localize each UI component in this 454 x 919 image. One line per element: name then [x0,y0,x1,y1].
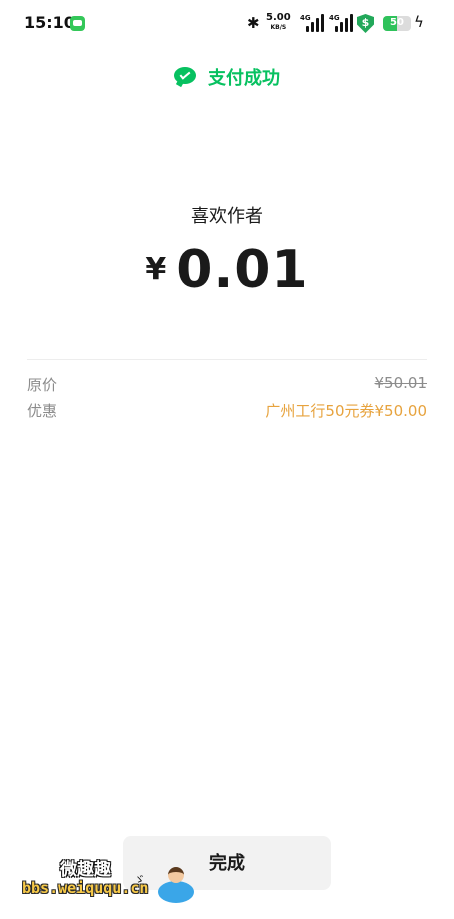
detail-row-original-price: 原价 ¥50.01 [27,374,427,396]
mascot-icon: ゞ [134,867,194,903]
done-button-label: 完成 [209,853,245,873]
network-speed-unit: KB/S [270,24,287,31]
payment-result-screen: 15:10 ✱ 5.00 KB/S 4G 4G $ 50 ϟ 支付成功 喜欢作者… [0,0,454,919]
detail-row-discount: 优惠 广州工行50元券¥50.00 [27,400,427,422]
status-bar: 15:10 ✱ 5.00 KB/S 4G 4G $ 50 ϟ [0,0,454,48]
amount-value: 0.01 [176,240,309,300]
watermark-url: bbs.weiququ.cn [22,879,149,897]
payment-amount: ¥0.01 [0,240,454,300]
currency-symbol: ¥ [145,252,167,287]
payment-status: 支付成功 [0,64,454,93]
wechat-pay-icon [174,65,198,89]
battery-level: 50 [390,17,404,28]
watermark: 微趣趣 bbs.weiququ.cn ゞ [22,853,202,909]
discount-value: 广州工行50元券¥50.00 [265,402,427,420]
original-price-value: ¥50.01 [374,374,428,392]
bluetooth-icon: ✱ [247,14,260,32]
message-icon [70,16,85,31]
detail-label: 原价 [27,376,58,394]
signal-icon: 4G [300,14,324,32]
network-speed-value: 5.00 [266,12,291,23]
network-speed: 5.00 KB/S [266,13,291,32]
payment-status-text: 支付成功 [208,68,280,89]
battery-icon: 50 [383,16,411,31]
signal-label: 4G [329,14,340,22]
status-time: 15:10 [24,13,75,32]
divider [27,359,427,360]
merchant-name: 喜欢作者 [191,206,263,227]
detail-label: 优惠 [27,402,58,420]
watermark-title: 微趣趣 [60,860,111,880]
shield-icon: $ [357,14,374,33]
signal-icon: 4G [329,14,353,32]
charging-icon: ϟ [414,13,424,31]
signal-label: 4G [300,14,311,22]
